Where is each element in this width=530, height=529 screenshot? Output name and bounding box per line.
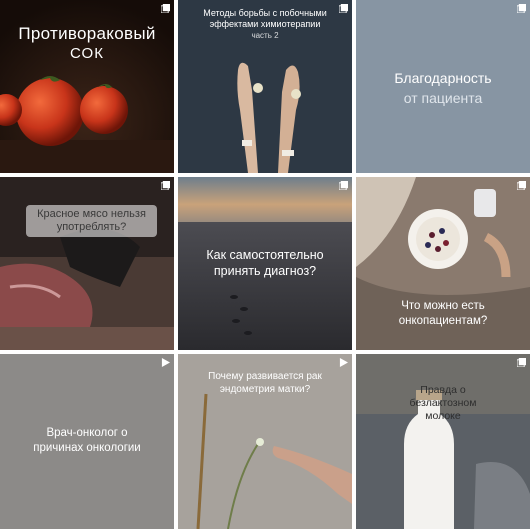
multi-photo-icon — [161, 4, 170, 13]
tile-title: Почему развивается рак эндометрия матки? — [208, 371, 322, 395]
tile-title: Благодарность — [394, 70, 492, 86]
tile-title: Как самостоятельно принять диагноз? — [206, 248, 324, 278]
post-tile-chemo[interactable]: Методы борьбы с побочными эффектами хими… — [178, 0, 352, 173]
post-grid: Противораковый СОК Методы борьбы с побоч… — [0, 0, 530, 529]
post-tile-lactose-free-milk[interactable]: Правда о безлактозном молоке — [356, 354, 530, 529]
multi-photo-icon — [517, 358, 526, 367]
tile-title: Красное мясо нельзя употреблять? — [26, 205, 157, 237]
tile-title: Врач-онколог о причинах онкологии — [33, 427, 141, 454]
multi-photo-icon — [517, 181, 526, 190]
post-tile-gratitude[interactable]: Благодарность от пациента — [356, 0, 530, 173]
post-tile-oncologist-video[interactable]: Врач-онколог о причинах онкологии — [0, 354, 174, 529]
video-icon — [161, 358, 170, 367]
multi-photo-icon — [161, 181, 170, 190]
meat-image — [0, 177, 174, 350]
tile-title: Противораковый — [18, 24, 156, 43]
post-tile-diagnosis[interactable]: Как самостоятельно принять диагноз? — [178, 177, 352, 350]
multi-photo-icon — [339, 181, 348, 190]
video-icon — [339, 358, 348, 367]
tile-subtitle: СОК — [70, 45, 104, 62]
tile-title: Правда о безлактозном молоке — [409, 384, 477, 422]
post-tile-juice[interactable]: Противораковый СОК — [0, 0, 174, 173]
post-tile-red-meat[interactable]: Красное мясо нельзя употреблять? — [0, 177, 174, 350]
tile-title: Что можно есть онкопациентам? — [398, 300, 488, 327]
tile-subtitle: от пациента — [403, 90, 483, 106]
tile-subtitle: часть 2 — [251, 31, 279, 40]
multi-photo-icon — [339, 4, 348, 13]
post-tile-what-to-eat[interactable]: Что можно есть онкопациентам? — [356, 177, 530, 350]
tile-title: Методы борьбы с побочными эффектами хими… — [203, 8, 327, 29]
milk-image — [356, 354, 530, 529]
post-tile-endometrial-video[interactable]: Почему развивается рак эндометрия матки? — [178, 354, 352, 529]
multi-photo-icon — [517, 4, 526, 13]
